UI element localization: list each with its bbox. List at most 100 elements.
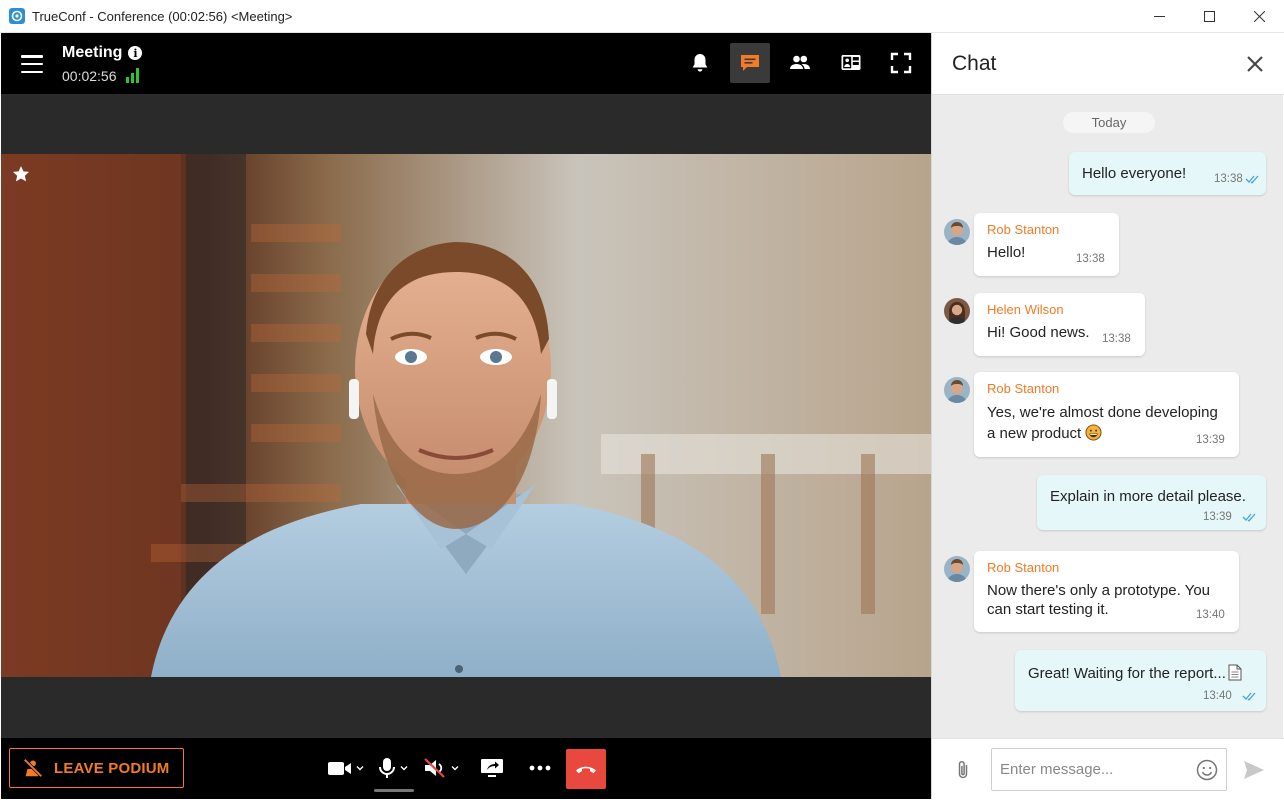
chat-message-outgoing[interactable]: Hello everyone! 13:38 bbox=[1069, 152, 1266, 195]
paperclip-icon[interactable] bbox=[954, 759, 972, 781]
message-time: 13:40 bbox=[1196, 609, 1225, 621]
read-checkmarks-icon bbox=[1242, 513, 1256, 522]
mic-level-indicator bbox=[374, 789, 414, 792]
speaker-button[interactable] bbox=[422, 752, 459, 784]
grinning-emoji-icon bbox=[1085, 424, 1102, 441]
video-frame-image bbox=[1, 154, 931, 677]
hangup-icon bbox=[576, 766, 596, 774]
message-text-line-content: a new product bbox=[987, 425, 1082, 442]
meeting-title: Meeting i bbox=[62, 44, 143, 62]
chat-message-incoming[interactable]: Helen Wilson Hi! Good news. 13:38 bbox=[974, 293, 1145, 356]
message-text-line: Yes, we're almost done developing bbox=[987, 404, 1218, 421]
signal-strength-icon bbox=[126, 68, 144, 83]
chevron-down-icon[interactable] bbox=[356, 756, 364, 780]
layout-button[interactable] bbox=[831, 43, 871, 83]
participant-video[interactable] bbox=[1, 154, 931, 677]
participants-button[interactable] bbox=[780, 43, 820, 83]
message-text: Hello everyone! bbox=[1082, 165, 1187, 182]
message-time: 13:39 bbox=[1196, 434, 1225, 446]
hamburger-icon-bar bbox=[21, 62, 43, 66]
message-author: Rob Stanton bbox=[987, 560, 1060, 575]
trueconf-logo-icon bbox=[9, 8, 25, 24]
close-icon bbox=[1253, 11, 1265, 22]
close-window-button[interactable] bbox=[1234, 0, 1284, 33]
leave-podium-button[interactable]: LEAVE PODIUM bbox=[9, 748, 184, 788]
message-input[interactable] bbox=[991, 748, 1227, 791]
avatar-image bbox=[944, 219, 970, 245]
chevron-down-icon[interactable] bbox=[451, 756, 459, 780]
fullscreen-icon bbox=[890, 52, 912, 74]
avatar-image bbox=[944, 556, 970, 582]
share-screen-button[interactable] bbox=[479, 752, 505, 784]
meeting-duration: 00:02:56 bbox=[62, 68, 117, 84]
chat-message-outgoing[interactable]: Explain in more detail please. 13:39 bbox=[1037, 475, 1266, 530]
minimize-button[interactable] bbox=[1134, 0, 1184, 33]
chat-message-incoming[interactable]: Rob Stanton Hello! 13:38 bbox=[974, 213, 1119, 276]
maximize-button[interactable] bbox=[1184, 0, 1234, 33]
message-time: 13:38 bbox=[1214, 173, 1243, 185]
avatar-rob-stanton[interactable] bbox=[944, 377, 970, 403]
message-text-line: a new product bbox=[987, 423, 1102, 444]
message-text: Explain in more detail please. bbox=[1050, 488, 1246, 505]
read-checkmarks-icon bbox=[1242, 692, 1256, 701]
share-screen-icon bbox=[481, 759, 503, 777]
info-icon[interactable]: i bbox=[128, 46, 143, 60]
avatar-rob-stanton[interactable] bbox=[944, 219, 970, 245]
conference-controls: LEAVE PODIUM bbox=[1, 738, 931, 799]
message-time: 13:38 bbox=[1076, 253, 1105, 265]
more-button[interactable] bbox=[527, 752, 553, 784]
chat-toggle-button[interactable] bbox=[730, 43, 770, 83]
maximize-icon bbox=[1203, 11, 1215, 22]
chat-title: Chat bbox=[952, 52, 997, 75]
date-separator: Today bbox=[1063, 112, 1155, 133]
message-author: Rob Stanton bbox=[987, 381, 1060, 396]
video-letterbox-bottom bbox=[1, 677, 931, 738]
fullscreen-button[interactable] bbox=[881, 43, 921, 83]
avatar-image bbox=[944, 298, 970, 324]
chat-composer bbox=[932, 738, 1284, 799]
hamburger-icon-bar bbox=[21, 55, 43, 58]
message-text-line: can start testing it. bbox=[987, 601, 1109, 618]
layout-icon bbox=[841, 55, 861, 70]
hangup-button[interactable] bbox=[566, 749, 606, 789]
microphone-icon bbox=[379, 758, 395, 778]
message-text: Hi! Good news. bbox=[987, 324, 1090, 341]
speaker-muted-icon bbox=[424, 758, 445, 778]
more-icon bbox=[529, 765, 551, 771]
microphone-button[interactable] bbox=[377, 752, 408, 784]
chevron-down-icon[interactable] bbox=[400, 756, 408, 780]
message-text: Great! Waiting for the report... bbox=[1028, 663, 1242, 684]
chat-panel: Chat Today Hello everyone! 13:38 Rob Sta… bbox=[931, 33, 1284, 799]
send-icon[interactable] bbox=[1242, 759, 1266, 781]
chat-message-incoming[interactable]: Rob Stanton Now there's only a prototype… bbox=[974, 551, 1239, 632]
window-title: TrueConf - Conference (00:02:56) <Meetin… bbox=[32, 8, 293, 24]
document-icon bbox=[1228, 664, 1242, 681]
menu-button[interactable] bbox=[19, 52, 45, 76]
avatar-helen-wilson[interactable] bbox=[944, 298, 970, 324]
message-author: Helen Wilson bbox=[987, 302, 1064, 317]
video-letterbox-top bbox=[1, 94, 931, 154]
chat-icon bbox=[741, 55, 759, 71]
notifications-button[interactable] bbox=[680, 43, 720, 83]
chat-message-outgoing[interactable]: Great! Waiting for the report... 13:40 bbox=[1015, 650, 1266, 711]
message-text: Hello! bbox=[987, 244, 1026, 261]
read-checkmarks-icon bbox=[1245, 175, 1259, 184]
bell-icon bbox=[692, 54, 708, 72]
participants-icon bbox=[790, 55, 810, 69]
window-titlebar: TrueConf - Conference (00:02:56) <Meetin… bbox=[0, 0, 1284, 33]
avatar-image bbox=[944, 377, 970, 403]
camera-button[interactable] bbox=[327, 752, 364, 784]
avatar-rob-stanton[interactable] bbox=[944, 556, 970, 582]
close-chat-icon[interactable] bbox=[1246, 55, 1264, 73]
leave-podium-icon bbox=[23, 758, 43, 778]
message-time: 13:38 bbox=[1102, 333, 1131, 345]
chat-header: Chat bbox=[932, 33, 1284, 95]
hamburger-icon-bar bbox=[21, 70, 43, 73]
emoji-picker-icon[interactable] bbox=[1196, 759, 1218, 781]
message-author: Rob Stanton bbox=[987, 222, 1060, 237]
message-text-line: Now there's only a prototype. You bbox=[987, 582, 1211, 599]
message-time: 13:39 bbox=[1203, 511, 1232, 523]
star-icon[interactable] bbox=[11, 164, 31, 184]
chat-message-incoming[interactable]: Rob Stanton Yes, we're almost done devel… bbox=[974, 372, 1239, 457]
conference-area: Meeting i 00:02:56 LEAVE PODIUM bbox=[1, 33, 931, 799]
